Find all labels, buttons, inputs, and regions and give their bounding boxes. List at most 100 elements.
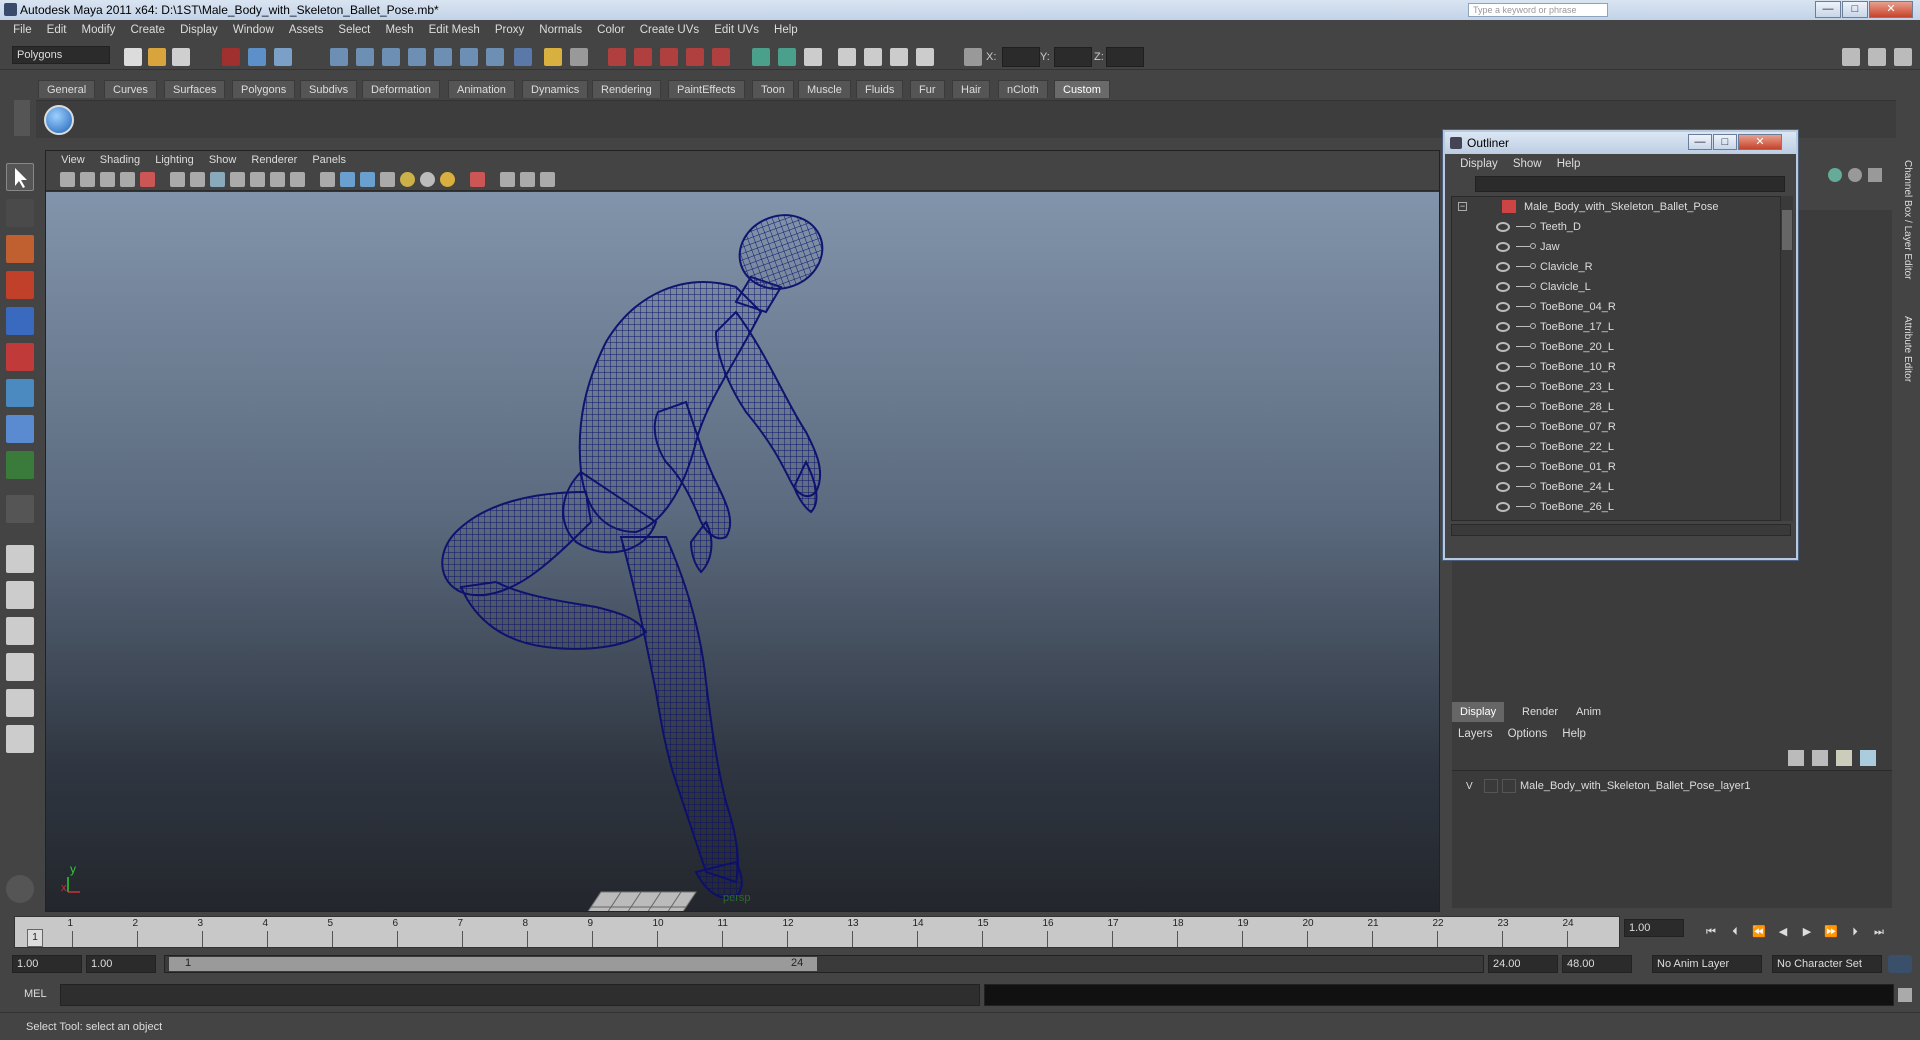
- wire-on-shaded-icon[interactable]: [360, 172, 375, 187]
- attribute-editor-toggle-icon[interactable]: [752, 48, 770, 66]
- shelf-tab-fur[interactable]: Fur: [910, 80, 945, 98]
- sidebar-toggle-icon-3[interactable]: [890, 48, 908, 66]
- anim-layer-dropdown[interactable]: No Anim Layer: [1652, 955, 1762, 973]
- shelf-menu-handle[interactable]: [14, 100, 30, 136]
- character-set-dropdown[interactable]: No Character Set: [1772, 955, 1882, 973]
- ipr-render-icon[interactable]: [634, 48, 652, 66]
- outliner-row[interactable]: ToeBone_23_L: [1452, 377, 1780, 397]
- vp-menu-panels[interactable]: Panels: [306, 151, 352, 169]
- snap-view-icon[interactable]: [460, 48, 478, 66]
- vp-menu-view[interactable]: View: [55, 151, 91, 169]
- go-to-end-icon[interactable]: ⏭: [1872, 926, 1886, 938]
- menu-file[interactable]: File: [7, 20, 38, 40]
- quick-layout-icon[interactable]: [6, 875, 34, 903]
- layer-row[interactable]: V Male_Body_with_Skeleton_Ballet_Pose_la…: [1458, 779, 1878, 795]
- gate-mask-icon[interactable]: [230, 172, 245, 187]
- sidebar-toggle-icon-4[interactable]: [916, 48, 934, 66]
- vp-menu-shading[interactable]: Shading: [94, 151, 146, 169]
- key-icon[interactable]: [1888, 955, 1912, 973]
- smooth-shade-icon[interactable]: [340, 172, 355, 187]
- command-input[interactable]: [60, 984, 980, 1006]
- outliner-layout-icon[interactable]: [6, 617, 34, 645]
- tool-settings-toggle-icon[interactable]: [778, 48, 796, 66]
- outliner-row[interactable]: ToeBone_22_L: [1452, 437, 1780, 457]
- outliner-menu-show[interactable]: Show: [1507, 154, 1548, 174]
- history-icon[interactable]: [486, 48, 504, 66]
- go-to-start-icon[interactable]: ⏮: [1704, 926, 1718, 938]
- x-field[interactable]: [1002, 47, 1040, 67]
- layer-color-swatch[interactable]: [1502, 779, 1516, 793]
- isolate-select-icon[interactable]: [470, 172, 485, 187]
- layout-icon-3[interactable]: [1894, 48, 1912, 66]
- scale-tool-icon[interactable]: [6, 343, 34, 371]
- outliner-minimize-button[interactable]: —: [1688, 134, 1712, 150]
- menu-edit-uvs[interactable]: Edit UVs: [708, 20, 765, 40]
- outliner-row[interactable]: ToeBone_04_R: [1452, 297, 1780, 317]
- outliner-row[interactable]: ToeBone_26_L: [1452, 497, 1780, 517]
- outliner-row[interactable]: Clavicle_L: [1452, 277, 1780, 297]
- help-line-icon[interactable]: [514, 48, 532, 66]
- outliner-row[interactable]: ToeBone_17_L: [1452, 317, 1780, 337]
- save-scene-icon[interactable]: [172, 48, 190, 66]
- grid-icon[interactable]: [170, 172, 185, 187]
- outliner-row[interactable]: Teeth_D: [1452, 217, 1780, 237]
- single-pane-layout-icon[interactable]: [6, 545, 34, 573]
- maximize-button[interactable]: □: [1842, 1, 1868, 18]
- open-scene-icon[interactable]: [148, 48, 166, 66]
- outliner-row[interactable]: Jaw: [1452, 237, 1780, 257]
- graph-layout-icon[interactable]: [6, 653, 34, 681]
- outliner-close-button[interactable]: ✕: [1738, 134, 1782, 150]
- field-chart-icon[interactable]: [250, 172, 265, 187]
- menu-window[interactable]: Window: [227, 20, 280, 40]
- command-language-label[interactable]: MEL: [24, 988, 47, 1000]
- layer-type-toggle[interactable]: [1484, 779, 1498, 793]
- minimize-button[interactable]: —: [1815, 1, 1841, 18]
- shelf-tab-rendering[interactable]: Rendering: [592, 80, 661, 98]
- manipulator-tool-icon[interactable]: [6, 379, 34, 407]
- menu-edit-mesh[interactable]: Edit Mesh: [423, 20, 486, 40]
- shelf-tab-muscle[interactable]: Muscle: [798, 80, 851, 98]
- shelf-tab-fluids[interactable]: Fluids: [856, 80, 904, 98]
- step-forward-key-icon[interactable]: ⏩: [1824, 926, 1838, 938]
- render-settings-icon[interactable]: [660, 48, 678, 66]
- outliner-row[interactable]: ToeBone_10_R: [1452, 357, 1780, 377]
- menu-color[interactable]: Color: [591, 20, 630, 40]
- new-layer-selected-icon[interactable]: [1812, 750, 1828, 766]
- play-backwards-icon[interactable]: ◀: [1776, 926, 1790, 938]
- image-plane-icon[interactable]: [100, 172, 115, 187]
- outliner-row[interactable]: ToeBone_07_R: [1452, 417, 1780, 437]
- shelf-tab-general[interactable]: General: [38, 80, 96, 98]
- step-back-frame-icon[interactable]: ⏴: [1728, 926, 1742, 938]
- input-ops-icon[interactable]: [570, 48, 588, 66]
- side-tab-attribute-editor[interactable]: Attribute Editor: [1902, 316, 1913, 382]
- menu-modify[interactable]: Modify: [76, 20, 122, 40]
- side-tab-channel-box[interactable]: Channel Box / Layer Editor: [1902, 160, 1913, 280]
- xray-joints-icon[interactable]: [520, 172, 535, 187]
- outliner-row[interactable]: ToeBone_01_R: [1452, 457, 1780, 477]
- range-slider-handle[interactable]: [169, 957, 817, 971]
- paint-select-tool-icon[interactable]: [6, 235, 34, 263]
- outliner-maximize-button[interactable]: □: [1713, 134, 1737, 150]
- layer-move-down-icon[interactable]: [1860, 750, 1876, 766]
- layer-name[interactable]: Male_Body_with_Skeleton_Ballet_Pose_laye…: [1520, 780, 1751, 792]
- snap-surface-icon[interactable]: [434, 48, 452, 66]
- menu-edit[interactable]: Edit: [41, 20, 73, 40]
- all-lights-icon[interactable]: [420, 172, 435, 187]
- play-forwards-icon[interactable]: ▶: [1800, 926, 1814, 938]
- resolution-gate-icon[interactable]: [210, 172, 225, 187]
- film-gate-icon[interactable]: [190, 172, 205, 187]
- viewport-persp[interactable]: View Shading Lighting Show Renderer Pane…: [45, 150, 1440, 912]
- layer-tab-render[interactable]: Render: [1514, 702, 1566, 722]
- show-manipulator-icon[interactable]: [6, 451, 34, 479]
- soft-mod-tool-icon[interactable]: [6, 415, 34, 443]
- last-tool-icon[interactable]: [6, 495, 34, 523]
- vp-menu-lighting[interactable]: Lighting: [149, 151, 200, 169]
- snap-curve-icon[interactable]: [356, 48, 374, 66]
- wireframe-icon[interactable]: [320, 172, 335, 187]
- transform-mode-icon[interactable]: [964, 48, 982, 66]
- outliner-row[interactable]: ToeBone_20_L: [1452, 337, 1780, 357]
- outliner-titlebar[interactable]: Outliner — □ ✕: [1445, 132, 1796, 154]
- safe-action-icon[interactable]: [270, 172, 285, 187]
- sidebar-toggle-icon-1[interactable]: [838, 48, 856, 66]
- snap-plane-icon[interactable]: [408, 48, 426, 66]
